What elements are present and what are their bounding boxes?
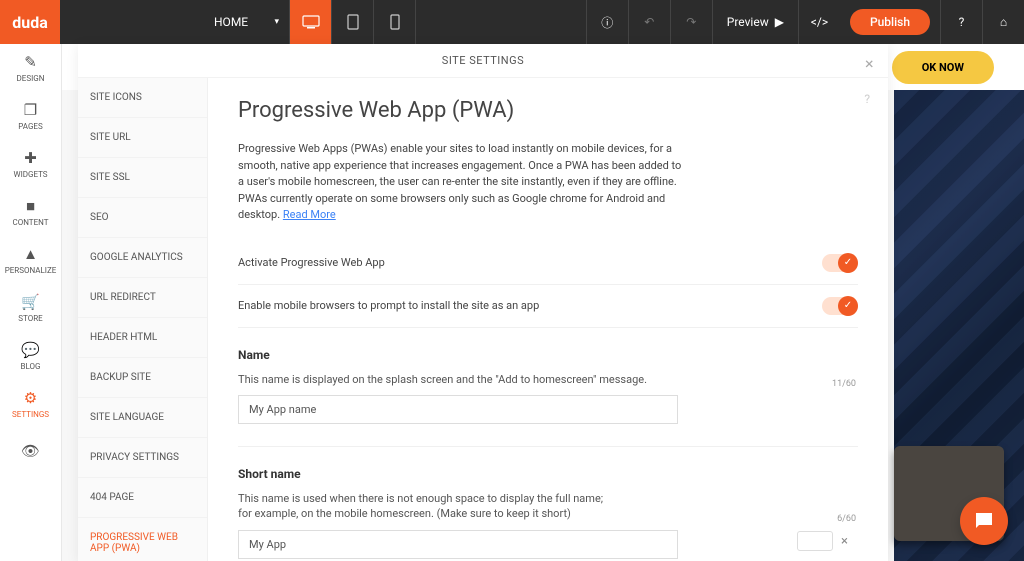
device-tablet[interactable]: [332, 0, 374, 44]
sidebar-pages[interactable]: ❐ PAGES: [0, 92, 61, 140]
preview-label: Preview: [727, 15, 769, 29]
sidebar-blog[interactable]: 💬 BLOG: [0, 332, 61, 380]
sidebar-visibility[interactable]: 👁: [0, 428, 61, 476]
sidebar-settings[interactable]: ⚙ SETTINGS: [0, 380, 61, 428]
nav-site-language[interactable]: SITE LANGUAGE: [78, 398, 207, 438]
pages-icon: ❐: [24, 101, 37, 119]
dev-mode-icon[interactable]: </>: [798, 0, 840, 44]
shortname-counter: 6/60: [837, 514, 856, 524]
plus-icon: ✚: [24, 149, 37, 167]
chat-support-button[interactable]: [960, 497, 1008, 545]
pencil-icon: ✎: [24, 53, 37, 71]
cart-icon: 🛒: [21, 293, 40, 311]
sidebar-label: PAGES: [18, 122, 42, 131]
panel-heading: Progressive Web App (PWA): [238, 98, 858, 123]
sidebar-label: WIDGETS: [13, 170, 47, 179]
redo-icon[interactable]: ↷: [670, 0, 712, 44]
page-selector[interactable]: HOME ▾: [202, 0, 290, 44]
person-icon: ▲: [23, 245, 38, 263]
toggle-activate-pwa[interactable]: ✓: [822, 254, 858, 272]
read-more-link[interactable]: Read More: [283, 208, 336, 221]
name-field-title: Name: [238, 348, 858, 362]
nav-seo[interactable]: SEO: [78, 198, 207, 238]
publish-button[interactable]: Publish: [850, 9, 930, 35]
nav-site-icons[interactable]: SITE ICONS: [78, 78, 207, 118]
hero-image: [894, 90, 1024, 561]
sidebar-label: BLOG: [21, 362, 41, 371]
settings-nav: SITE ICONS SITE URL SITE SSL SEO GOOGLE …: [78, 78, 208, 561]
brand-logo[interactable]: duda: [0, 0, 60, 44]
chat-icon: 💬: [21, 341, 40, 359]
modal-title: SITE SETTINGS: [442, 54, 524, 67]
gear-icon: ⚙: [24, 389, 37, 407]
preview-button[interactable]: Preview ▶: [712, 0, 798, 44]
panel-description: Progressive Web Apps (PWAs) enable your …: [238, 141, 688, 224]
shortname-field-help: This name is used when there is not enou…: [238, 491, 858, 522]
sidebar-label: PERSONALIZE: [5, 266, 57, 275]
nav-site-url[interactable]: SITE URL: [78, 118, 207, 158]
device-desktop[interactable]: [290, 0, 332, 44]
toggle-install-label: Enable mobile browsers to prompt to inst…: [238, 299, 539, 312]
icon-clear[interactable]: ×: [797, 531, 848, 551]
close-icon: ×: [841, 534, 848, 549]
nav-pwa[interactable]: PROGRESSIVE WEB APP (PWA): [78, 518, 207, 561]
undo-icon[interactable]: ↶: [628, 0, 670, 44]
check-icon: ✓: [838, 296, 858, 316]
sidebar-store[interactable]: 🛒 STORE: [0, 284, 61, 332]
app-shortname-input[interactable]: [238, 530, 678, 559]
sidebar-label: SETTINGS: [12, 410, 49, 419]
check-icon: ✓: [838, 253, 858, 273]
help-question-icon[interactable]: ?: [864, 92, 870, 106]
sidebar-design[interactable]: ✎ DESIGN: [0, 44, 61, 92]
book-now-button[interactable]: OK NOW: [892, 51, 994, 84]
name-field-help: This name is displayed on the splash scr…: [238, 372, 858, 387]
nav-google-analytics[interactable]: GOOGLE ANALYTICS: [78, 238, 207, 278]
close-icon[interactable]: ×: [865, 54, 874, 73]
play-icon: ▶: [775, 15, 784, 29]
folder-icon: ■: [26, 197, 35, 215]
nav-header-html[interactable]: HEADER HTML: [78, 318, 207, 358]
divider: [238, 446, 858, 447]
info-icon[interactable]: ⓘ: [586, 0, 628, 44]
sidebar-content[interactable]: ■ CONTENT: [0, 188, 61, 236]
toggle-install-prompt[interactable]: ✓: [822, 297, 858, 315]
sidebar-personalize[interactable]: ▲ PERSONALIZE: [0, 236, 61, 284]
app-name-input[interactable]: [238, 395, 678, 424]
nav-privacy-settings[interactable]: PRIVACY SETTINGS: [78, 438, 207, 478]
sidebar-label: DESIGN: [17, 74, 45, 83]
device-mobile[interactable]: [374, 0, 416, 44]
nav-backup-site[interactable]: BACKUP SITE: [78, 358, 207, 398]
eye-icon: 👁: [21, 442, 40, 460]
nav-site-ssl[interactable]: SITE SSL: [78, 158, 207, 198]
nav-url-redirect[interactable]: URL REDIRECT: [78, 278, 207, 318]
nav-404-page[interactable]: 404 PAGE: [78, 478, 207, 518]
chevron-down-icon: ▾: [274, 17, 279, 27]
sidebar-label: CONTENT: [13, 218, 49, 227]
sidebar-widgets[interactable]: ✚ WIDGETS: [0, 140, 61, 188]
help-icon[interactable]: ?: [940, 0, 982, 44]
name-counter: 11/60: [832, 379, 856, 389]
shortname-field-title: Short name: [238, 467, 858, 481]
home-icon[interactable]: ⌂: [982, 0, 1024, 44]
toggle-activate-label: Activate Progressive Web App: [238, 256, 385, 269]
page-selector-label: HOME: [214, 15, 248, 29]
site-settings-modal: SITE SETTINGS × SITE ICONS SITE URL SITE…: [78, 44, 888, 561]
sidebar-label: STORE: [18, 314, 42, 323]
